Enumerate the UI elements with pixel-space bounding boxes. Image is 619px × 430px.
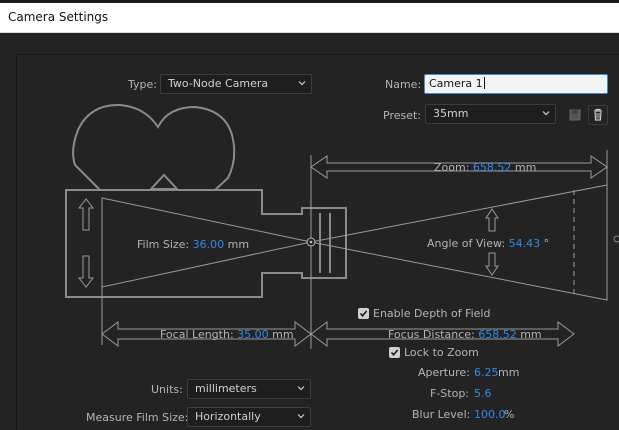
chevron-down-icon [297,386,305,391]
fstop-label: F-Stop: [430,387,470,400]
chevron-down-icon [542,111,550,116]
chevron-down-icon [298,81,306,86]
name-input[interactable]: Camera 1 [424,74,608,94]
aperture-value[interactable]: 6.25 [474,366,499,379]
type-label: Type: [128,78,157,91]
name-label: Name: [385,78,422,91]
angle-of-view-unit: ° [543,237,550,250]
save-preset-button[interactable] [565,105,585,125]
blur-level-value[interactable]: 100.0 [474,408,506,421]
enable-dof-label: Enable Depth of Field [373,307,491,320]
chevron-down-icon [297,414,305,419]
focal-length-label: Focal Length: [160,328,234,341]
film-down-arrow-icon [77,255,95,288]
preset-value: 35mm [433,107,469,120]
triangle-mark [148,173,180,190]
blur-level-unit: % [504,408,515,421]
text-caret [483,77,485,89]
zoom-value[interactable]: 658.52 [473,161,512,174]
zoom-label: Zoom: [434,161,470,174]
type-value: Two-Node Camera [168,77,269,90]
film-size-label: Film Size: [137,238,190,251]
zoom-unit: mm [514,161,537,174]
angle-of-view-readout: Angle of View: 54.43 ° [427,237,549,250]
angle-of-view-value[interactable]: 54.43 [509,237,541,250]
fstop-value[interactable]: 5.6 [474,387,492,400]
units-label: Units: [151,383,183,396]
trash-icon [594,108,602,121]
aperture-label: Aperture: [418,366,470,379]
film-size-unit: mm [227,238,250,251]
measure-film-size-dropdown[interactable]: Horizontally [187,407,311,427]
measure-film-size-value: Horizontally [195,410,261,423]
focus-distance-unit: mm [520,328,542,341]
delete-preset-button[interactable] [588,105,608,125]
focal-length-value[interactable]: 35.00 [237,328,269,341]
checkbox-checked-icon [390,349,399,357]
focal-length-unit: mm [272,328,294,341]
camera-diagram [65,103,619,349]
save-preset-icon [569,109,581,121]
zoom-readout: Zoom: 658.52 mm [434,161,536,174]
measure-film-size-label: Measure Film Size: [86,411,189,424]
checkbox-checked-icon [359,310,368,318]
film-up-arrow-icon [77,198,95,231]
film-size-readout: Film Size: 36.00 mm [137,238,249,251]
lock-to-zoom-checkbox[interactable] [389,347,400,358]
focus-distance-readout: Focus Distance: 658.52 mm [388,328,542,341]
aperture-unit: mm [498,366,520,379]
camera-reels-outline [72,103,236,191]
angle-of-view-label: Angle of View: [427,237,506,250]
name-value: Camera 1 [429,77,483,90]
type-dropdown[interactable]: Two-Node Camera [160,74,312,94]
lock-to-zoom-label: Lock to Zoom [404,346,479,359]
preset-dropdown[interactable]: 35mm [425,104,556,124]
focal-length-readout: Focal Length: 35.00 mm [160,328,294,341]
preset-label: Preset: [383,109,422,122]
blur-level-label: Blur Level: [412,408,471,421]
focus-distance-label: Focus Distance: [388,328,475,341]
units-dropdown[interactable]: millimeters [187,379,311,399]
units-value: millimeters [195,382,257,395]
focus-distance-value[interactable]: 658.52 [478,328,517,341]
angle-up-arrow-icon [485,208,499,232]
film-size-value[interactable]: 36.00 [193,238,225,251]
enable-dof-checkbox[interactable] [358,308,369,319]
angle-down-arrow-icon [485,252,499,276]
